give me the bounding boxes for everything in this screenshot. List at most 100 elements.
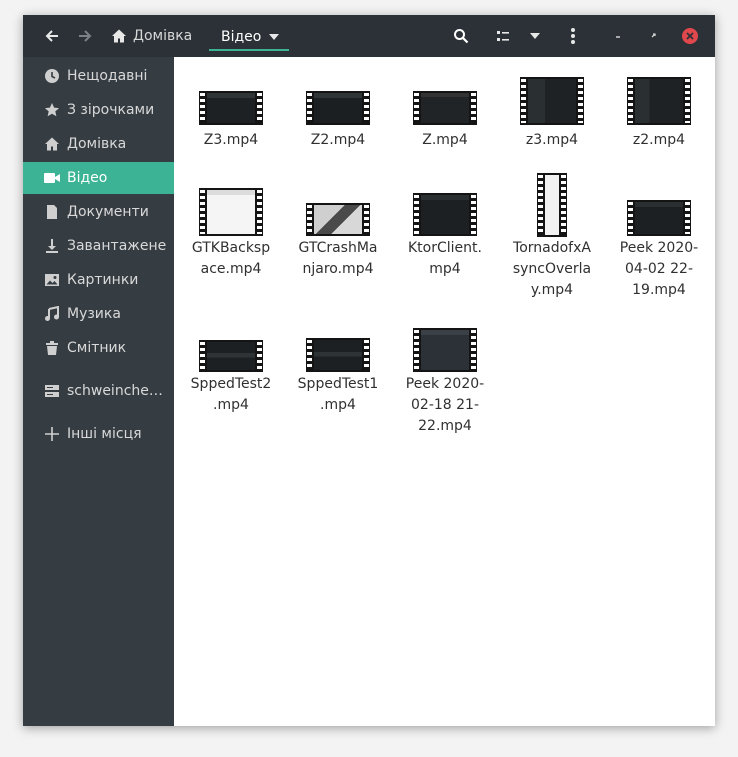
file-name-line: Z2.mp4 [310, 132, 366, 148]
video-thumbnail [199, 340, 263, 372]
sidebar-item-label: Домівка [67, 136, 127, 152]
sidebar-item-videos[interactable]: Відео [23, 162, 174, 194]
file-item[interactable]: GTCrashMa njaro.mp4 [285, 203, 391, 280]
sidebar-item-music[interactable]: Музика [23, 298, 174, 330]
file-name-line: 22.mp4 [418, 418, 472, 434]
file-item[interactable]: Z.mp4 [392, 91, 498, 151]
sidebar-item-label: Картинки [67, 272, 139, 288]
file-name-line: Z3.mp4 [203, 132, 259, 148]
plus-icon [43, 425, 61, 443]
file-item[interactable]: Z2.mp4 [285, 91, 391, 151]
chevron-down-icon [530, 33, 540, 39]
clock-icon [43, 67, 61, 85]
video-thumbnail [413, 193, 477, 236]
view-mode-button[interactable] [490, 23, 516, 49]
chevron-down-icon [269, 33, 280, 40]
search-icon [454, 29, 469, 44]
file-item[interactable]: Peek 2020- 04-02 22- 19.mp4 [606, 200, 712, 301]
file-name-line: ace.mp4 [200, 261, 262, 277]
sidebar-item-label: Завантажене [67, 238, 167, 254]
file-item[interactable]: z2.mp4 [606, 77, 712, 151]
document-icon [43, 203, 61, 221]
sidebar-item-label: Нещодавні [67, 68, 148, 84]
file-name-line: njaro.mp4 [302, 261, 374, 277]
video-thumbnail [413, 91, 477, 125]
video-thumbnail [627, 77, 691, 125]
file-item[interactable]: Peek 2020- 02-18 21- 22.mp4 [392, 328, 498, 438]
sidebar-item-other-locations[interactable]: Інші місця [23, 418, 174, 450]
close-icon [682, 28, 698, 44]
main-menu-button[interactable] [561, 23, 585, 49]
file-item[interactable]: SppedTest1 .mp4 [285, 338, 391, 417]
trash-icon [43, 339, 61, 357]
sidebar-item-trash[interactable]: Смітник [23, 332, 174, 364]
sidebar-item-downloads[interactable]: Завантажене [23, 230, 174, 262]
sidebar-item-label: Смітник [67, 340, 127, 356]
file-name-line: 19.mp4 [632, 282, 686, 298]
video-thumbnail [306, 338, 370, 372]
file-item[interactable]: SppedTest2 .mp4 [178, 340, 284, 417]
search-button[interactable] [448, 23, 474, 49]
sidebar-item-label: Музика [67, 306, 121, 322]
home-icon [112, 29, 126, 43]
close-button[interactable] [681, 23, 699, 49]
video-thumbnail [199, 91, 263, 125]
file-name-line: GTKBacksp [191, 240, 271, 256]
file-name-line: GTCrashMa [298, 240, 378, 256]
file-item[interactable]: KtorClient. mp4 [392, 193, 498, 280]
sidebar-item-recent[interactable]: Нещодавні [23, 60, 174, 92]
network-drive-icon [43, 382, 61, 400]
arrow-left-icon [45, 30, 58, 42]
view-options-button[interactable] [523, 23, 547, 49]
video-camera-icon [43, 169, 61, 187]
minimize-button[interactable] [608, 23, 628, 49]
file-name-line: 02-18 21- [411, 397, 479, 413]
file-item[interactable]: z3.mp4 [499, 77, 605, 151]
breadcrumb-current-label: Відео [221, 28, 262, 45]
video-thumbnail [199, 188, 263, 236]
file-name-line: Z.mp4 [422, 132, 468, 148]
arrow-right-icon [79, 30, 92, 42]
minimize-icon [616, 36, 620, 38]
file-name-line: 04-02 22- [625, 261, 693, 277]
breadcrumb-home-label: Домівка [133, 28, 193, 44]
sidebar-item-documents[interactable]: Документи [23, 196, 174, 228]
maximize-button[interactable] [643, 23, 663, 49]
file-name-line: SppedTest1 [297, 376, 379, 392]
file-name-line: KtorClient. [408, 240, 482, 256]
breadcrumb-home[interactable]: Домівка [111, 23, 192, 49]
header-bar: Домівка Відео [23, 15, 715, 57]
music-icon [43, 305, 61, 323]
sidebar-item-label: З зірочками [67, 102, 155, 118]
file-grid: Z3.mp4 Z2.mp4 Z.mp4 z3.mp4 z2.mp4 GTKBac… [174, 57, 715, 726]
file-name-line: mp4 [429, 261, 461, 277]
sidebar-item-network-drive[interactable]: schweinche… [23, 375, 174, 407]
video-thumbnail [537, 173, 567, 237]
file-name-line: z2.mp4 [632, 132, 686, 148]
back-button[interactable] [39, 23, 65, 49]
sidebar-item-pictures[interactable]: Картинки [23, 264, 174, 296]
sidebar-item-starred[interactable]: З зірочками [23, 94, 174, 126]
download-icon [43, 237, 61, 255]
file-item[interactable]: Z3.mp4 [178, 91, 284, 151]
sidebar-item-home[interactable]: Домівка [23, 128, 174, 160]
image-icon [43, 271, 61, 289]
kebab-menu-icon [571, 28, 575, 44]
file-name-line: TornadofxA [513, 240, 591, 256]
file-name-line: Peek 2020- [405, 376, 485, 392]
sidebar-item-label: Відео [67, 170, 108, 186]
video-thumbnail [413, 328, 477, 372]
video-thumbnail [627, 200, 691, 236]
file-name-line: syncOverla [512, 261, 592, 277]
file-item[interactable]: GTKBacksp ace.mp4 [178, 188, 284, 280]
forward-button[interactable] [72, 23, 98, 49]
file-name-line: .mp4 [320, 397, 356, 413]
video-thumbnail [306, 91, 370, 125]
breadcrumb-current[interactable]: Відео [209, 23, 289, 51]
sidebar: Нещодавні З зірочками Домівка Відео Доку… [23, 57, 174, 726]
file-name-line: Peek 2020- [619, 240, 699, 256]
file-item[interactable]: TornadofxA syncOverla y.mp4 [499, 173, 605, 301]
file-name-line: .mp4 [213, 397, 249, 413]
sidebar-item-label: Інші місця [67, 426, 142, 442]
sidebar-item-label: Документи [67, 204, 149, 220]
